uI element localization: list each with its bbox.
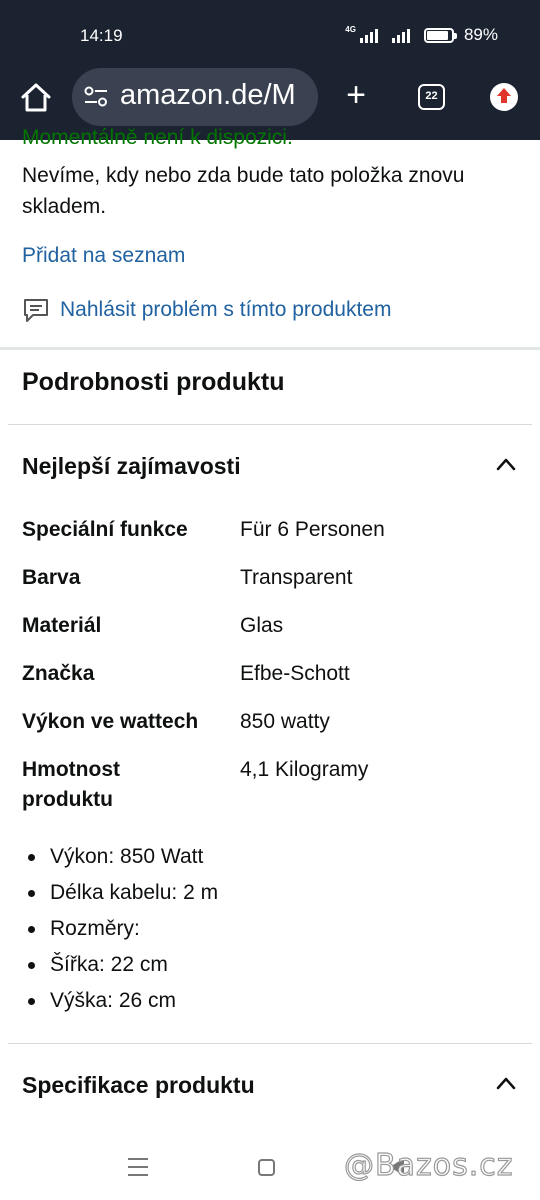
status-time: 14:19	[80, 26, 123, 45]
tab-switcher-button[interactable]: 22	[418, 84, 445, 110]
spec-row-material: Materiál Glas	[22, 611, 522, 641]
feedback-icon	[24, 299, 48, 322]
chevron-up-icon[interactable]	[496, 457, 516, 471]
divider	[8, 424, 532, 425]
spec-key: Materiál	[22, 614, 102, 637]
report-problem-link[interactable]: Nahlásit problém s tímto produktem	[60, 298, 391, 322]
list-item: Výkon: 850 Watt	[28, 839, 218, 875]
spec-row-weight: Hmotnost produktu 4,1 Kilogramy	[22, 755, 522, 815]
spec-key: Hmotnost produktu	[22, 758, 120, 811]
section-divider	[0, 347, 540, 350]
spec-key: Speciální funkce	[22, 518, 188, 541]
spec-key: Barva	[22, 566, 81, 589]
spec-row-brand: Značka Efbe-Schott	[22, 659, 522, 689]
address-bar[interactable]: amazon.de/M	[72, 68, 318, 126]
product-details-title: Podrobnosti produktu	[22, 368, 285, 396]
report-problem-row[interactable]: Nahlásit problém s tímto produktem	[22, 296, 391, 324]
spec-value: Für 6 Personen	[240, 518, 385, 541]
list-item: Rozměry:	[28, 911, 218, 947]
spec-key: Výkon ve wattech	[22, 710, 199, 733]
spec-row-wattage: Výkon ve wattech 850 watty	[22, 707, 522, 737]
divider	[8, 1043, 532, 1044]
network-type: 4G	[345, 24, 356, 34]
spec-value: 4,1 Kilogramy	[240, 758, 369, 781]
battery-percent: 89%	[463, 25, 498, 44]
add-to-list-link[interactable]: Přidat na seznam	[22, 244, 185, 268]
spec-value: Efbe-Schott	[240, 662, 350, 685]
availability-message: Nevíme, kdy nebo zda bude tato položka z…	[22, 164, 465, 218]
availability-status: Momentálně není k dispozici.	[22, 126, 293, 149]
watermark: @Bazos.cz	[343, 1147, 514, 1183]
new-tab-icon[interactable]: +	[340, 78, 372, 114]
list-item: Délka kabelu: 2 m	[28, 875, 218, 911]
home-nav-icon[interactable]	[258, 1159, 275, 1176]
feature-bullet-list: Výkon: 850 Watt Délka kabelu: 2 m Rozměr…	[28, 839, 218, 1019]
home-icon[interactable]	[18, 80, 54, 116]
spec-key: Značka	[22, 662, 95, 685]
highlights-title[interactable]: Nejlepší zajímavosti	[22, 453, 241, 480]
signal-icon-2	[391, 27, 410, 43]
update-icon[interactable]	[490, 83, 518, 111]
list-item: Šířka: 22 cm	[28, 947, 218, 983]
spec-row-color: Barva Transparent	[22, 563, 522, 593]
signal-icon	[359, 27, 378, 43]
list-item: Výška: 26 cm	[28, 983, 218, 1019]
chevron-up-icon[interactable]	[496, 1076, 516, 1090]
site-settings-icon[interactable]	[84, 86, 108, 108]
spec-value: 850 watty	[240, 710, 330, 733]
recent-apps-icon[interactable]	[128, 1158, 148, 1176]
url-text: amazon.de/M	[120, 79, 296, 111]
spec-value: Transparent	[240, 566, 353, 589]
specifications-title[interactable]: Specifikace produktu	[22, 1072, 255, 1099]
status-indicators: 4G 89%	[345, 25, 498, 45]
status-bar: 14:19 4G 89%	[0, 0, 540, 68]
spec-row-special-feature: Speciální funkce Für 6 Personen	[22, 515, 522, 545]
spec-value: Glas	[240, 614, 284, 637]
battery-icon	[423, 27, 457, 43]
